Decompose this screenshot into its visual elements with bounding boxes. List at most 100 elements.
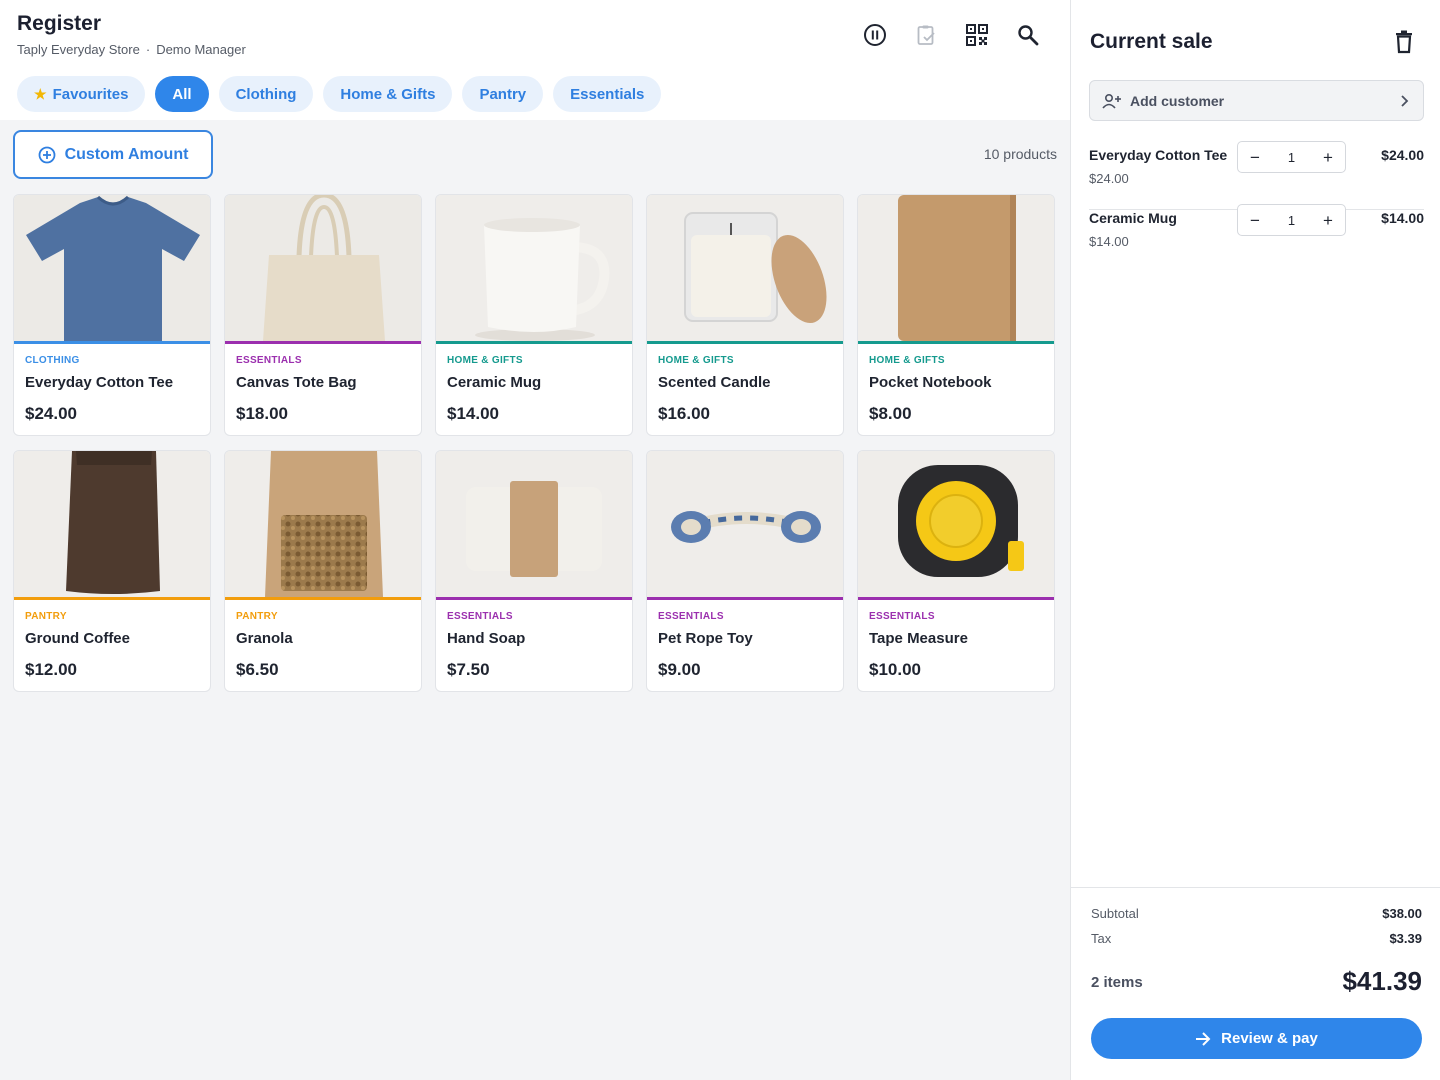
category-bar <box>225 341 421 344</box>
search-icon <box>1018 25 1039 46</box>
product-card[interactable]: ESSENTIALS Hand Soap $7.50 <box>435 450 633 692</box>
product-image <box>436 451 632 597</box>
decrease-qty-button[interactable]: − <box>1248 149 1262 166</box>
product-category: HOME & GIFTS <box>447 355 523 366</box>
sale-line-item[interactable]: Everyday Cotton Tee $24.00 − 1 + $24.00 <box>1089 141 1424 210</box>
product-name: Canvas Tote Bag <box>236 374 357 391</box>
product-category: HOME & GIFTS <box>658 355 734 366</box>
product-name: Ceramic Mug <box>447 374 542 391</box>
product-category: HOME & GIFTS <box>869 355 945 366</box>
increase-qty-button[interactable]: + <box>1321 149 1335 166</box>
category-bar <box>436 597 632 600</box>
tab-label: All <box>172 85 192 103</box>
product-card[interactable]: ESSENTIALS Canvas Tote Bag $18.00 <box>224 194 422 436</box>
sale-summary: Subtotal $38.00 Tax $3.39 2 items $41.39… <box>1071 887 1440 1080</box>
product-card[interactable]: ESSENTIALS Pet Rope Toy $9.00 <box>646 450 844 692</box>
product-image <box>436 195 632 341</box>
category-bar <box>647 597 843 600</box>
category-bar <box>14 597 210 600</box>
product-card[interactable]: HOME & GIFTS Pocket Notebook $8.00 <box>857 194 1055 436</box>
product-price: $7.50 <box>447 660 490 679</box>
tab-favourites[interactable]: ★ Favourites <box>17 76 146 112</box>
subtotal-row: Subtotal $38.00 <box>1091 906 1422 921</box>
decrease-qty-button[interactable]: − <box>1248 212 1262 229</box>
tab-label: Home & Gifts <box>340 85 436 103</box>
items-count: 2 items <box>1091 974 1143 991</box>
product-pane: Register Taply Everyday Store · Demo Manag… <box>0 0 1070 1080</box>
tab-pantry[interactable]: Pantry <box>462 76 544 112</box>
product-name: Granola <box>236 630 293 647</box>
category-bar <box>647 341 843 344</box>
category-bar <box>858 341 1054 344</box>
product-card[interactable]: HOME & GIFTS Ceramic Mug $14.00 <box>435 194 633 436</box>
category-tabs: ★ Favourites All Clothing Home & Gifts Pa… <box>17 76 671 112</box>
tab-label: Favourites <box>52 85 129 103</box>
tab-all[interactable]: All <box>155 76 209 112</box>
product-name: Everyday Cotton Tee <box>25 374 174 391</box>
arrow-right-icon <box>1196 1031 1211 1046</box>
category-bar <box>436 341 632 344</box>
pause-button[interactable] <box>860 20 890 50</box>
tab-label: Pantry <box>479 85 527 103</box>
product-card[interactable]: CLOTHING Everyday Cotton Tee $24.00 <box>13 194 211 436</box>
search-button[interactable] <box>1013 20 1043 50</box>
product-name: Pet Rope Toy <box>658 630 753 647</box>
product-category: CLOTHING <box>25 355 80 366</box>
subtitle-separator: · <box>145 42 151 57</box>
tax-label: Tax <box>1091 931 1112 946</box>
product-price: $12.00 <box>25 660 77 679</box>
line-item-total: $24.00 <box>1381 147 1424 163</box>
product-price: $18.00 <box>236 404 288 423</box>
custom-amount-label: Custom Amount <box>64 145 189 163</box>
clear-sale-button[interactable] <box>1393 30 1415 59</box>
tax-value: $3.39 <box>1389 931 1422 946</box>
tab-home-gifts[interactable]: Home & Gifts <box>323 76 453 112</box>
product-name: Ground Coffee <box>25 630 130 647</box>
page-title: Register <box>17 12 102 35</box>
product-category: PANTRY <box>25 611 67 622</box>
subtotal-label: Subtotal <box>1091 906 1139 921</box>
tab-essentials[interactable]: Essentials <box>553 76 662 112</box>
product-name: Pocket Notebook <box>869 374 992 391</box>
top-actions <box>860 20 1064 50</box>
product-image <box>14 195 210 341</box>
product-price: $10.00 <box>869 660 921 679</box>
line-item-unit-price: $14.00 <box>1089 234 1129 249</box>
plus-circle-icon <box>38 146 55 163</box>
sale-line-item[interactable]: Ceramic Mug $14.00 − 1 + $14.00 <box>1089 204 1424 273</box>
quantity-value: 1 <box>1287 149 1296 165</box>
tab-clothing[interactable]: Clothing <box>218 76 314 112</box>
product-grid: CLOTHING Everyday Cotton Tee $24.00 ESSE… <box>13 194 1058 692</box>
quantity-value: 1 <box>1287 212 1296 228</box>
store-subtitle: Taply Everyday Store · Demo Manager <box>17 42 246 57</box>
saved-sales-button[interactable] <box>911 20 941 50</box>
product-image <box>858 195 1054 341</box>
trash-icon <box>1396 30 1412 54</box>
clipboard-check-icon <box>917 25 935 45</box>
category-bar <box>14 341 210 344</box>
product-count: 10 products <box>983 146 1057 162</box>
product-price: $8.00 <box>869 404 912 423</box>
subtotal-value: $38.00 <box>1382 906 1422 921</box>
line-item-total: $14.00 <box>1381 210 1424 226</box>
sale-title: Current sale <box>1090 30 1213 53</box>
add-customer-button[interactable]: Add customer <box>1089 80 1424 121</box>
product-category: ESSENTIALS <box>236 355 302 366</box>
scan-button[interactable] <box>962 20 992 50</box>
increase-qty-button[interactable]: + <box>1321 212 1335 229</box>
product-card[interactable]: ESSENTIALS Tape Measure $10.00 <box>857 450 1055 692</box>
product-price: $9.00 <box>658 660 701 679</box>
product-card[interactable]: PANTRY Granola $6.50 <box>224 450 422 692</box>
product-name: Scented Candle <box>658 374 771 391</box>
product-image <box>858 451 1054 597</box>
product-price: $16.00 <box>658 404 710 423</box>
product-card[interactable]: HOME & GIFTS Scented Candle $16.00 <box>646 194 844 436</box>
product-price: $24.00 <box>25 404 77 423</box>
review-pay-label: Review & pay <box>1221 1030 1318 1047</box>
custom-amount-button[interactable]: Custom Amount <box>13 130 213 179</box>
review-pay-button[interactable]: Review & pay <box>1091 1018 1422 1059</box>
manager-name: Demo Manager <box>156 42 246 57</box>
quantity-stepper: − 1 + <box>1237 204 1346 236</box>
add-person-icon <box>1102 93 1121 109</box>
product-card[interactable]: PANTRY Ground Coffee $12.00 <box>13 450 211 692</box>
